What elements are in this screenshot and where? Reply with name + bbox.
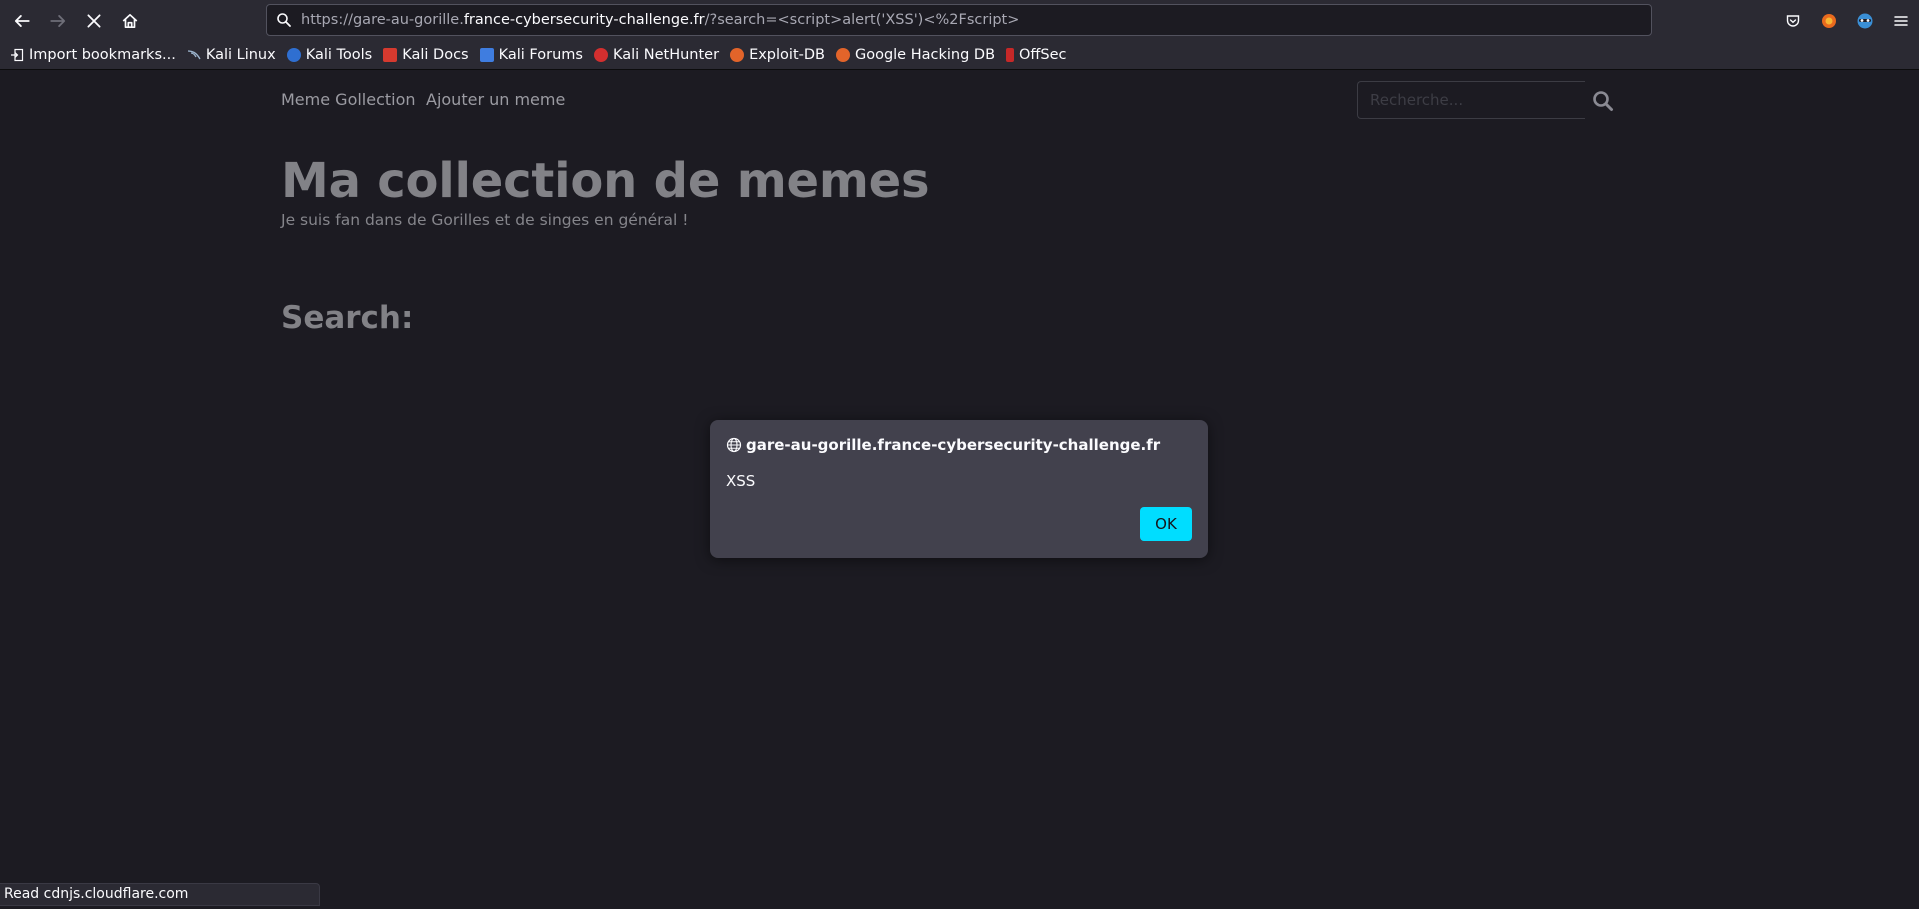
import-icon: [10, 48, 24, 62]
address-bar[interactable]: https://gare-au-gorille.france-cybersecu…: [266, 4, 1652, 36]
status-bar: Read cdnjs.cloudflare.com: [0, 883, 320, 906]
url-prefix: https://gare-au-gorille.: [301, 12, 464, 28]
bookmark-label: Kali NetHunter: [612, 47, 720, 63]
stop-loading-icon: [87, 14, 101, 28]
bookmark-label: Kali Linux: [205, 47, 276, 63]
alert-dialog: gare-au-gorille.france-cybersecurity-cha…: [710, 420, 1208, 558]
nav-link-add-meme[interactable]: Ajouter un meme: [426, 90, 565, 109]
account-button[interactable]: [1847, 6, 1883, 36]
pocket-button[interactable]: [1775, 6, 1811, 36]
bookmark-kali-docs[interactable]: Kali Docs: [383, 47, 469, 63]
bookmark-label: Kali Forums: [498, 47, 583, 63]
dialog-header: gare-au-gorille.france-cybersecurity-cha…: [726, 436, 1160, 454]
forward-button[interactable]: [43, 6, 73, 36]
bookmark-label: Kali Tools: [305, 47, 373, 63]
back-button[interactable]: [7, 6, 37, 36]
back-arrow-icon: [14, 15, 30, 27]
menu-icon: [1894, 16, 1908, 26]
globe-icon: [726, 437, 742, 453]
bookmark-offsec[interactable]: OffSec: [1006, 47, 1067, 63]
stop-button[interactable]: [79, 6, 109, 36]
search-heading: Search:: [281, 300, 414, 336]
extension-button[interactable]: [1811, 6, 1847, 36]
bookmark-google-hacking-db[interactable]: Google Hacking DB: [835, 47, 996, 63]
nav-link-home[interactable]: Meme Gollection: [281, 90, 416, 109]
pocket-icon: [1786, 15, 1800, 27]
site-search-input[interactable]: Recherche...: [1357, 81, 1585, 119]
search-icon: [267, 12, 301, 28]
search-icon: [1593, 91, 1613, 111]
url-domain: france-cybersecurity-challenge.fr: [463, 12, 705, 28]
dialog-origin: gare-au-gorille.france-cybersecurity-cha…: [746, 436, 1161, 454]
page-subtitle: Je suis fan dans de Gorilles et de singe…: [281, 211, 689, 229]
account-icon: [1857, 13, 1873, 29]
bookmark-label: Kali Docs: [402, 47, 469, 63]
exploit-db-icon: [730, 48, 745, 62]
offsec-icon: [1006, 48, 1015, 62]
bookmark-kali-linux[interactable]: Kali Linux: [187, 47, 276, 63]
url-path: /?search=<script>alert('XSS')<%2Fscript>: [704, 12, 1020, 28]
bookmark-import[interactable]: Import bookmarks...: [10, 47, 176, 63]
nethunter-icon: [593, 48, 608, 62]
kali-docs-icon: [383, 48, 398, 62]
bookmark-label: Google Hacking DB: [854, 47, 996, 63]
kali-forums-icon: [479, 48, 494, 62]
google-hacking-db-icon: [835, 48, 850, 62]
url-text: https://gare-au-gorille.france-cybersecu…: [301, 12, 1019, 28]
dialog-message: XSS: [726, 472, 756, 490]
bookmark-kali-forums[interactable]: Kali Forums: [479, 47, 583, 63]
extension-icon: [1822, 14, 1836, 28]
home-button[interactable]: [115, 6, 145, 36]
bookmarks-toolbar: Import bookmarks... Kali Linux Kali Tool…: [0, 41, 1919, 70]
home-icon: [122, 13, 138, 29]
browser-toolbar: https://gare-au-gorille.france-cybersecu…: [0, 0, 1919, 41]
site-search-button[interactable]: [1591, 89, 1615, 113]
forward-arrow-icon: [50, 15, 66, 27]
bookmark-label: Import bookmarks...: [29, 47, 176, 63]
kali-tools-icon: [286, 48, 301, 62]
ok-button[interactable]: OK: [1140, 507, 1192, 541]
bookmark-exploit-db[interactable]: Exploit-DB: [730, 47, 825, 63]
bookmark-kali-tools[interactable]: Kali Tools: [286, 47, 373, 63]
kali-dragon-icon: [187, 48, 201, 62]
bookmark-kali-nethunter[interactable]: Kali NetHunter: [593, 47, 720, 63]
bookmark-label: Exploit-DB: [749, 47, 825, 63]
toolbar-right-icons: [1775, 6, 1919, 36]
page-title: Ma collection de memes: [281, 153, 930, 209]
bookmark-label: OffSec: [1019, 47, 1067, 63]
app-menu-button[interactable]: [1883, 6, 1919, 36]
